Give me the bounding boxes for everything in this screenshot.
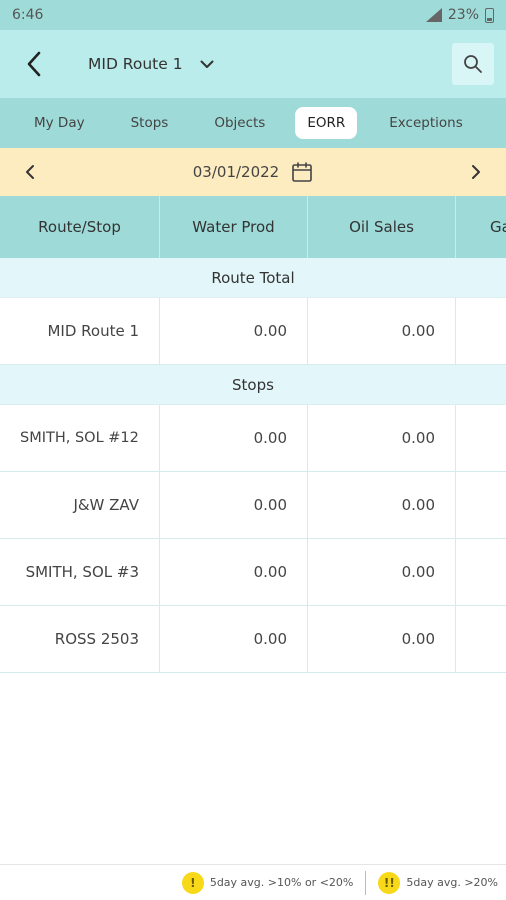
status-indicators: 23% — [424, 7, 494, 23]
tab-my-day[interactable]: My Day — [22, 107, 97, 139]
column-header-water-prod[interactable]: Water Prod — [160, 196, 308, 258]
row-stop-name: J&W ZAV — [0, 472, 160, 538]
table-row[interactable]: J&W ZAV 0.00 0.00 — [0, 472, 506, 539]
table-row[interactable]: ROSS 2503 0.00 0.00 — [0, 606, 506, 673]
status-bar: 6:46 23% — [0, 0, 506, 30]
table-row[interactable]: SMITH, SOL #3 0.00 0.00 — [0, 539, 506, 606]
row-partial-cell — [456, 472, 506, 538]
double-warning-icon: !! — [378, 871, 401, 894]
row-oil-sales: 0.00 — [308, 539, 456, 605]
battery-percent: 23% — [447, 7, 479, 23]
signal-icon — [424, 8, 442, 22]
row-stop-name: SMITH, SOL #12 — [0, 405, 160, 471]
row-water-prod: 0.00 — [160, 298, 308, 364]
date-navigation: 03/01/2022 — [0, 148, 506, 196]
table-row[interactable]: SMITH, SOL #12 0.00 0.00 — [0, 405, 506, 472]
row-partial-cell — [456, 405, 506, 471]
table-row-route-total[interactable]: MID Route 1 0.00 0.00 — [0, 298, 506, 365]
back-arrow-icon — [27, 51, 41, 77]
row-oil-sales: 0.00 — [308, 298, 456, 364]
legend-label-high: 5day avg. >20% — [406, 876, 498, 889]
route-dropdown-button[interactable] — [197, 54, 217, 74]
row-oil-sales: 0.00 — [308, 405, 456, 471]
app-bar: MID Route 1 — [0, 30, 506, 98]
row-water-prod: 0.00 — [160, 405, 308, 471]
battery-icon — [485, 7, 494, 23]
calendar-icon[interactable] — [291, 161, 313, 183]
tab-exceptions[interactable]: Exceptions — [377, 107, 474, 139]
warning-icon: ! — [181, 871, 204, 894]
chevron-down-icon — [200, 60, 214, 68]
tab-objects[interactable]: Objects — [202, 107, 277, 139]
row-route-name: MID Route 1 — [0, 298, 160, 364]
row-oil-sales: 0.00 — [308, 606, 456, 672]
legend-divider — [365, 870, 367, 895]
row-stop-name: SMITH, SOL #3 — [0, 539, 160, 605]
route-total-section-header: Route Total — [0, 258, 506, 298]
table-header-row: Route/Stop Water Prod Oil Sales Ga — [0, 196, 506, 258]
next-date-button[interactable] — [468, 163, 482, 181]
row-oil-sales: 0.00 — [308, 472, 456, 538]
legend-item-high: !! 5day avg. >20% — [378, 871, 498, 894]
stops-section-header: Stops — [0, 365, 506, 405]
row-water-prod: 0.00 — [160, 606, 308, 672]
row-water-prod: 0.00 — [160, 539, 308, 605]
back-button[interactable] — [20, 44, 48, 84]
tab-stops[interactable]: Stops — [119, 107, 181, 139]
tab-eorr[interactable]: EORR — [295, 107, 358, 139]
route-title[interactable]: MID Route 1 — [88, 55, 183, 73]
row-stop-name: ROSS 2503 — [0, 606, 160, 672]
eorr-table[interactable]: Route/Stop Water Prod Oil Sales Ga Route… — [0, 196, 506, 673]
legend-item-moderate: ! 5day avg. >10% or <20% — [181, 871, 354, 894]
selected-date[interactable]: 03/01/2022 — [193, 163, 279, 181]
previous-date-button[interactable] — [24, 163, 38, 181]
status-time: 6:46 — [12, 7, 44, 23]
row-water-prod: 0.00 — [160, 472, 308, 538]
column-header-partial[interactable]: Ga — [456, 196, 506, 258]
search-icon — [464, 55, 482, 73]
legend-label-moderate: 5day avg. >10% or <20% — [209, 876, 354, 889]
column-header-oil-sales[interactable]: Oil Sales — [308, 196, 456, 258]
row-partial-cell — [456, 298, 506, 364]
legend-bar: ! 5day avg. >10% or <20% !! 5day avg. >2… — [0, 864, 506, 900]
column-header-route-stop[interactable]: Route/Stop — [0, 196, 160, 258]
row-partial-cell — [456, 539, 506, 605]
tab-bar: My Day Stops Objects EORR Exceptions — [0, 98, 506, 148]
search-button[interactable] — [452, 43, 494, 85]
row-partial-cell — [456, 606, 506, 672]
